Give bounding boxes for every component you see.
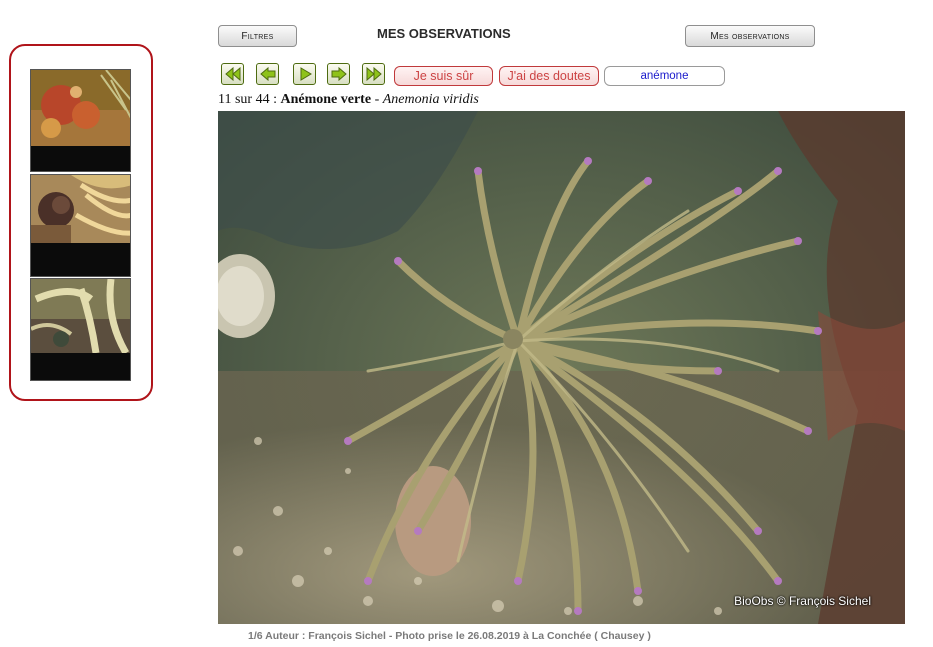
thumbnail-panel — [9, 44, 153, 401]
double-arrow-left-icon — [224, 67, 240, 81]
thumbnail-3[interactable] — [30, 278, 131, 381]
thumbnail-1[interactable] — [30, 69, 131, 172]
observation-counter: 11 sur 44 : — [218, 92, 281, 107]
play-icon — [300, 67, 312, 81]
play-button[interactable] — [293, 63, 316, 85]
previous-button[interactable] — [256, 63, 279, 85]
arrow-left-icon — [259, 67, 275, 81]
observation-title: 11 sur 44 : Anémone verte - Anemonia vir… — [218, 92, 479, 108]
photo-credit: BioObs © François Sichel — [734, 594, 871, 608]
last-button[interactable] — [362, 63, 385, 85]
sure-button[interactable]: Je suis sûr — [394, 66, 493, 86]
main-photo[interactable]: BioObs © François Sichel — [218, 111, 905, 624]
thumbnail-2[interactable] — [30, 174, 131, 277]
search-field[interactable]: anémone — [604, 66, 725, 86]
double-arrow-right-icon — [366, 67, 382, 81]
my-observations-button[interactable]: Mes observations — [685, 25, 815, 47]
next-button[interactable] — [327, 63, 350, 85]
doubt-button[interactable]: J'ai des doutes — [499, 66, 599, 86]
arrow-right-icon — [331, 67, 347, 81]
common-name: Anémone verte — [280, 92, 372, 107]
page-title: MES OBSERVATIONS — [377, 26, 511, 41]
scientific-name: Anemonia viridis — [382, 92, 479, 107]
name-separator: - — [371, 92, 383, 107]
photo-caption: 1/6 Auteur : François Sichel - Photo pri… — [248, 630, 651, 642]
first-button[interactable] — [221, 63, 244, 85]
filters-button[interactable]: Filtres — [218, 25, 297, 47]
